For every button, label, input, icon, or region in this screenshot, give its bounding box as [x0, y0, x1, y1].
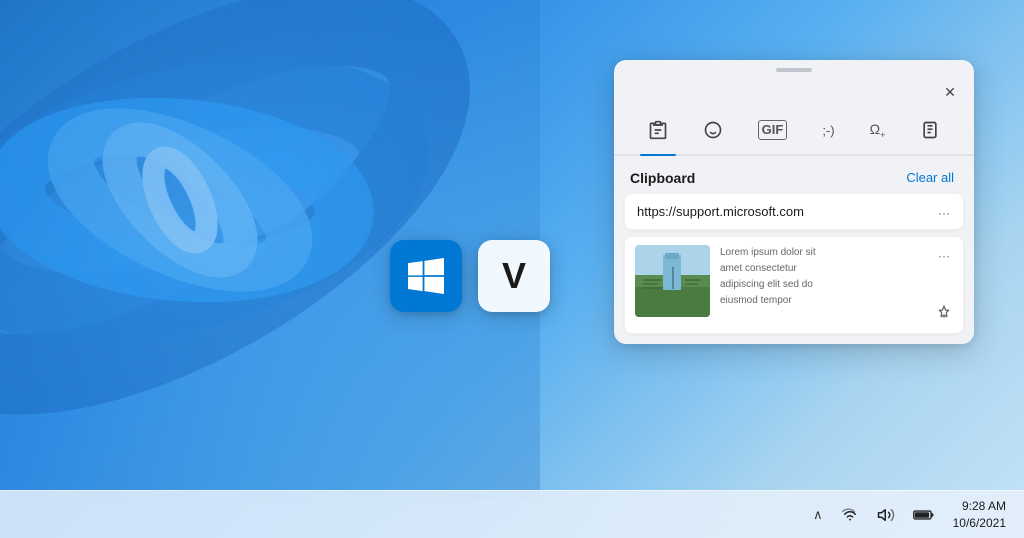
- key-combo-display: V: [390, 240, 550, 312]
- tray-wifi[interactable]: [835, 502, 865, 528]
- windows-logo-icon: [408, 258, 444, 294]
- more-icon-2: ···: [938, 249, 950, 263]
- clip-image-text: Lorem ipsum dolor sit amet consectetur a…: [720, 245, 921, 309]
- battery-icon: [913, 506, 935, 524]
- category-tabs: GIF ;-) Ω+: [614, 110, 974, 156]
- system-tray: ∧ 9:28 AM 10/6/2: [807, 496, 1012, 534]
- tab-symbols[interactable]: Ω+: [862, 115, 894, 146]
- clip-text-line-1: Lorem ipsum dolor sit: [720, 245, 921, 261]
- wifi-icon: [841, 506, 859, 524]
- volume-icon: [877, 506, 895, 524]
- tab-gif[interactable]: GIF: [750, 114, 796, 146]
- clipboard-items-list: https://support.microsoft.com ···: [614, 193, 974, 344]
- clipboard-panel: ✕ GIF ;-) Ω+: [614, 60, 974, 344]
- clear-all-button[interactable]: Clear all: [902, 168, 958, 187]
- system-clock[interactable]: 9:28 AM 10/6/2021: [947, 496, 1012, 534]
- clipboard-item-text[interactable]: https://support.microsoft.com ···: [624, 193, 964, 230]
- clip-more-button-2[interactable]: ···: [933, 245, 955, 267]
- v-key-label: V: [502, 255, 526, 297]
- clipboard-section-header: Clipboard Clear all: [614, 156, 974, 193]
- tab-clipboard[interactable]: [640, 114, 676, 146]
- clipboard-image-content: Lorem ipsum dolor sit amet consectetur a…: [635, 245, 953, 325]
- drag-bar: [776, 68, 812, 72]
- panel-header-row: ✕: [614, 76, 974, 110]
- v-key: V: [478, 240, 550, 312]
- clip-item-actions-2: ···: [933, 245, 955, 323]
- clip-text-line-4: eiusmod tempor: [720, 293, 921, 309]
- windows-key: [390, 240, 462, 312]
- panel-drag-handle: [614, 60, 974, 76]
- clip-image-thumbnail: [635, 245, 710, 317]
- clock-date: 10/6/2021: [953, 515, 1006, 532]
- pin-icon-2: [937, 305, 951, 319]
- clipboard-title: Clipboard: [630, 170, 695, 186]
- clipboard-item-image[interactable]: Lorem ipsum dolor sit amet consectetur a…: [624, 236, 964, 334]
- more-icon: ···: [938, 206, 950, 220]
- clip-text-line-3: adipiscing elit sed do: [720, 277, 921, 293]
- tab-emoji[interactable]: [695, 114, 731, 146]
- taskbar: ∧ 9:28 AM 10/6/2: [0, 490, 1024, 538]
- clipboard-item-content: https://support.microsoft.com: [637, 204, 951, 219]
- tab-clipboard2[interactable]: [912, 114, 948, 146]
- tab-kaomoji[interactable]: ;-): [814, 117, 842, 144]
- thumbnail-svg: [635, 245, 710, 317]
- tray-chevron[interactable]: ∧: [807, 503, 829, 527]
- clock-time: 9:28 AM: [962, 498, 1006, 515]
- chevron-up-icon: ∧: [813, 507, 823, 523]
- clip-text-line-2: amet consectetur: [720, 261, 921, 277]
- clip-pin-button-2[interactable]: [933, 301, 955, 323]
- clip-more-button[interactable]: ···: [933, 202, 955, 224]
- tray-volume[interactable]: [871, 502, 901, 528]
- tray-battery[interactable]: [907, 502, 941, 528]
- close-button[interactable]: ✕: [936, 78, 964, 106]
